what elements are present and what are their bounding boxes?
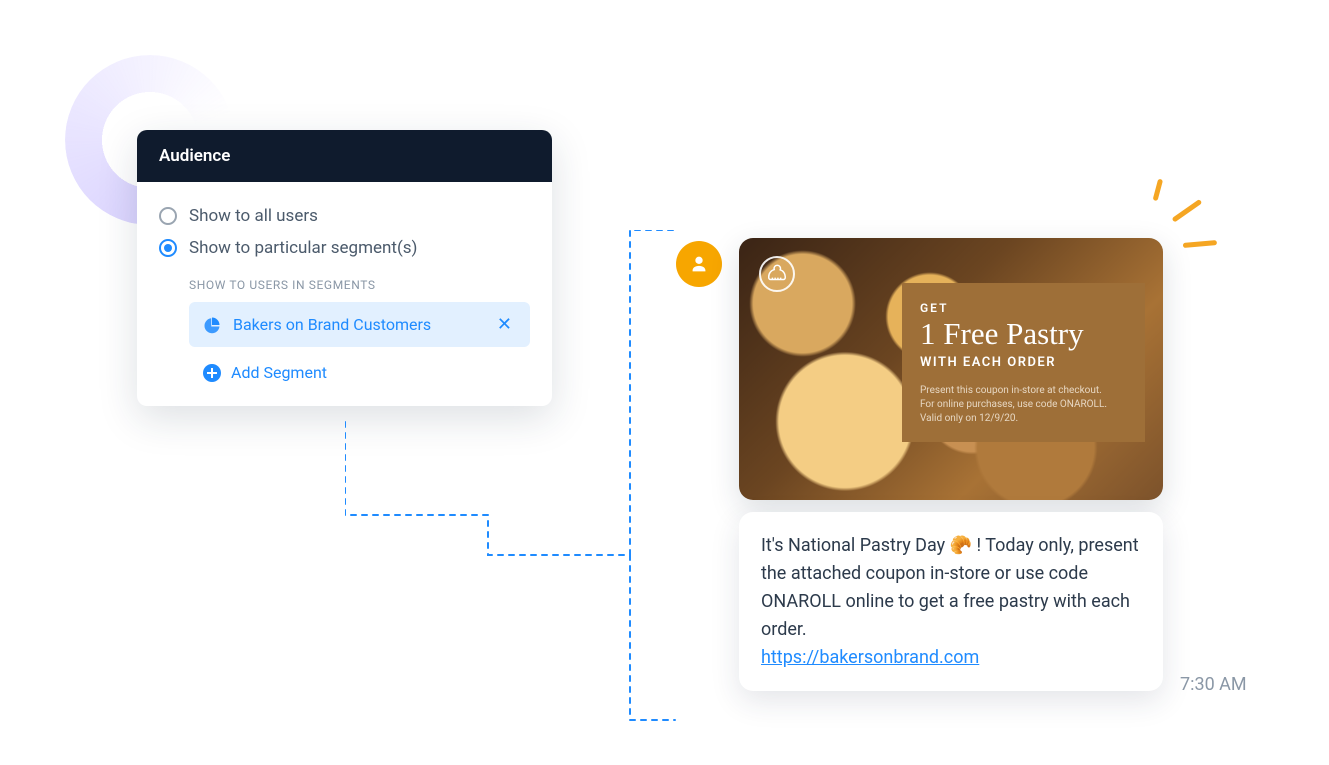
- coupon-fine-print: Present this coupon in-store at checkout…: [920, 384, 1127, 426]
- segment-name: Bakers on Brand Customers: [233, 315, 481, 334]
- remove-segment-icon[interactable]: ✕: [493, 314, 516, 335]
- coupon-subtitle: WITH EACH ORDER: [920, 355, 1127, 370]
- audience-panel: Audience Show to all users Show to parti…: [137, 130, 552, 406]
- segments-heading: SHOW TO USERS IN SEGMENTS: [189, 278, 530, 292]
- radio-icon: [159, 207, 177, 225]
- radio-icon-selected: [159, 239, 177, 257]
- radio-label: Show to particular segment(s): [189, 238, 417, 258]
- sparkle-accent: [1155, 188, 1235, 268]
- coupon-offer-box: GET 1 Free Pastry WITH EACH ORDER Presen…: [902, 283, 1145, 442]
- panel-body: Show to all users Show to particular seg…: [137, 182, 552, 406]
- message-bubble: It's National Pastry Day 🥐 ! Today only,…: [739, 512, 1163, 691]
- user-icon: [688, 253, 710, 275]
- radio-label: Show to all users: [189, 206, 318, 226]
- pie-chart-icon: [203, 316, 221, 334]
- brand-badge-icon: [759, 256, 795, 292]
- plus-circle-icon: [203, 364, 221, 382]
- segment-chip[interactable]: Bakers on Brand Customers ✕: [189, 302, 530, 347]
- croissant-emoji: 🥐: [950, 535, 972, 556]
- add-segment-button[interactable]: Add Segment: [203, 363, 530, 382]
- panel-header: Audience: [137, 130, 552, 182]
- coupon-title: 1 Free Pastry: [920, 317, 1127, 351]
- radio-all-users[interactable]: Show to all users: [159, 200, 530, 232]
- sender-avatar: [676, 241, 722, 287]
- message-text-part1: It's National Pastry Day: [761, 535, 950, 556]
- message-timestamp: 7:30 AM: [1180, 674, 1247, 695]
- add-segment-label: Add Segment: [231, 363, 327, 382]
- message-link[interactable]: https://bakersonbrand.com: [761, 647, 979, 668]
- coupon-get-label: GET: [920, 301, 1127, 315]
- radio-particular-segments[interactable]: Show to particular segment(s): [159, 232, 530, 264]
- coupon-image-card: GET 1 Free Pastry WITH EACH ORDER Presen…: [739, 238, 1163, 500]
